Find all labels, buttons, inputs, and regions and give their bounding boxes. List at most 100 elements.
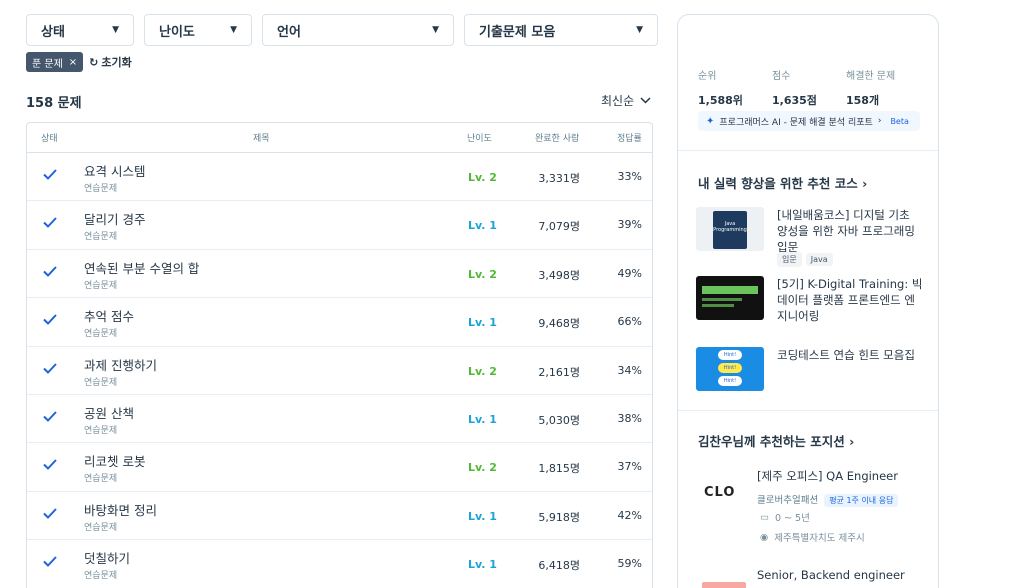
check-icon xyxy=(43,217,57,229)
problem-category: 연습문제 xyxy=(84,425,118,436)
header-status: 상태 xyxy=(41,134,58,144)
thumb-text: Hint! xyxy=(723,352,737,358)
thumbnail-graphic xyxy=(702,298,742,301)
problem-category: 연습문제 xyxy=(84,280,118,291)
table-row[interactable]: 리코쳇 로봇 연습문제 Lv. 2 1,815명 37% xyxy=(27,443,652,492)
stat-value: 1,635점 xyxy=(772,94,817,107)
past-exams-filter[interactable]: 기출문제 모음 ▼ xyxy=(464,14,658,46)
reset-button[interactable]: ↻ 초기화 xyxy=(89,54,132,70)
stat-solved: 해결한 문제 158개 xyxy=(846,67,946,108)
company-name: 클로버추얼패션 xyxy=(757,495,819,506)
problem-level: Lv. 1 xyxy=(468,316,497,330)
completed-count: 5,030명 xyxy=(538,413,580,427)
correct-rate: 38% xyxy=(617,411,642,425)
thumb-text: Hint! xyxy=(723,378,737,384)
problem-title[interactable]: 과제 진행하기 xyxy=(84,355,157,374)
position-title: [제주 오피스] QA Engineer xyxy=(757,469,898,483)
response-badge: 평균 1주 이내 응답 xyxy=(824,494,899,507)
sort-dropdown[interactable]: 최신순 xyxy=(601,92,651,109)
tag: Java xyxy=(805,253,833,266)
completed-count: 3,331명 xyxy=(538,172,580,185)
hint-bubble: Hint! xyxy=(718,376,742,386)
problem-title[interactable]: 요격 시스템 xyxy=(84,161,145,180)
completed-count: 6,418명 xyxy=(538,559,580,573)
table-row[interactable]: 달리기 경주 연습문제 Lv. 1 7,079명 39% xyxy=(27,201,652,250)
problem-level: Lv. 1 xyxy=(468,219,497,233)
caret-down-icon: ▼ xyxy=(230,25,237,35)
problem-title[interactable]: 공원 산책 xyxy=(84,403,134,422)
monitor-icon: ▭ xyxy=(760,511,769,523)
problem-level: Lv. 1 xyxy=(468,509,497,523)
problem-count: 158 문제 xyxy=(26,96,82,111)
problem-title[interactable]: 바탕화면 정리 xyxy=(84,500,157,519)
table-row[interactable]: 요격 시스템 연습문제 Lv. 2 3,331명 33% xyxy=(27,153,652,202)
position-card[interactable]: Senior, Backend engineer xyxy=(698,568,928,588)
check-icon xyxy=(43,556,57,568)
hint-bubble: Hint! xyxy=(718,363,742,373)
stat-label: 해결한 문제 xyxy=(846,71,896,82)
problem-title[interactable]: 달리기 경주 xyxy=(84,209,145,228)
problem-category: 연습문제 xyxy=(84,522,118,533)
section-title-text: 김찬우님께 추천하는 포지션 xyxy=(698,434,845,449)
table-row[interactable]: 연속된 부분 수열의 합 연습문제 Lv. 2 3,498명 49% xyxy=(27,250,652,299)
problem-category: 연습문제 xyxy=(84,474,118,485)
problem-category: 연습문제 xyxy=(84,232,118,243)
stat-value: 158개 xyxy=(846,94,880,107)
check-icon xyxy=(43,362,57,374)
tag: 입문 xyxy=(777,252,802,267)
course-title: [5기] K-Digital Training: 빅데이터 플랫폼 프론트엔드 … xyxy=(777,277,923,323)
close-icon[interactable]: × xyxy=(69,57,77,68)
java-book-icon: Java Programming xyxy=(713,211,747,249)
company-logo xyxy=(702,582,746,588)
refresh-icon: ↻ xyxy=(89,55,99,69)
location-row: ◉ 제주특별자치도 제주시 xyxy=(760,530,865,545)
check-icon xyxy=(43,266,57,277)
position-company-row: 클로버추얼패션 평균 1주 이내 응답 xyxy=(757,488,899,507)
problem-title[interactable]: 연속된 부분 수열의 합 xyxy=(84,258,199,277)
header-title: 제목 xyxy=(253,134,270,144)
completed-count: 5,918명 xyxy=(538,510,580,524)
problem-title[interactable]: 리코쳇 로봇 xyxy=(84,451,145,470)
problem-title[interactable]: 추억 점수 xyxy=(84,306,134,325)
problem-level: Lv. 2 xyxy=(468,364,497,378)
difficulty-filter[interactable]: 난이도 ▼ xyxy=(144,14,252,46)
sidebar: 순위 1,588위 점수 1,635점 해결한 문제 158개 ✦ 프로그래머스 AI… xyxy=(677,14,939,588)
stat-score: 점수 1,635점 xyxy=(772,67,846,108)
solved-filter-chip[interactable]: 푼 문제 × xyxy=(26,52,84,72)
ai-report-link[interactable]: ✦ 프로그래머스 AI - 문제 해결 분석 리포트 › Beta xyxy=(698,111,920,131)
table-row[interactable]: 덧칠하기 연습문제 Lv. 1 6,418명 59% xyxy=(27,540,652,588)
check-icon xyxy=(43,411,57,422)
chevron-right-icon: › xyxy=(849,434,855,449)
courses-section-title[interactable]: 내 실력 향상을 위한 추천 코스 › xyxy=(698,173,867,192)
caret-down-icon: ▼ xyxy=(112,25,119,35)
hint-bubble: Hint! xyxy=(718,350,742,360)
active-filters: 푼 문제 × ↻ 초기화 xyxy=(26,52,132,72)
filter-bar: 상태 ▼ 난이도 ▼ 언어 ▼ 기출문제 모음 ▼ xyxy=(26,14,658,46)
position-title: Senior, Backend engineer xyxy=(757,568,905,582)
completed-count: 9,468명 xyxy=(538,317,580,331)
language-filter[interactable]: 언어 ▼ xyxy=(262,14,454,46)
table-row[interactable]: 과제 진행하기 연습문제 Lv. 2 2,161명 34% xyxy=(27,347,652,395)
table-row[interactable]: 추억 점수연습문제 Lv. 1 9,468명 66% xyxy=(27,298,652,347)
stat-label: 점수 xyxy=(772,71,791,82)
status-filter[interactable]: 상태 ▼ xyxy=(26,14,134,46)
problem-table: 상태 제목 난이도 완료한 사람 정답률 요격 시스템 연습문제 Lv. 2 3,33… xyxy=(26,122,653,588)
table-row[interactable]: 바탕화면 정리연습문제 Lv. 1 5,918명 42% xyxy=(27,492,652,541)
correct-rate: 33% xyxy=(617,170,642,183)
table-row[interactable]: 공원 산책 연습문제 Lv. 1 5,030명 38% xyxy=(27,395,652,444)
past-exams-filter-label: 기출문제 모음 xyxy=(479,24,556,40)
correct-rate: 66% xyxy=(617,315,642,329)
course-tags: 입문 Java xyxy=(777,247,837,267)
chevron-right-icon: › xyxy=(877,116,882,126)
correct-rate: 42% xyxy=(617,508,642,522)
completed-count: 3,498명 xyxy=(538,268,580,282)
problem-category: 연습문제 xyxy=(84,329,118,340)
positions-section-title[interactable]: 김찬우님께 추천하는 포지션 › xyxy=(698,431,854,450)
problem-title[interactable]: 덧칠하기 xyxy=(84,548,130,567)
divider xyxy=(678,410,938,411)
experience-row: ▭ 0 ~ 5년 xyxy=(760,510,810,525)
correct-rate: 34% xyxy=(617,363,642,377)
caret-down-icon: ▼ xyxy=(432,25,439,35)
position-card[interactable]: CLO [제주 오피스] QA Engineer 클로버추얼패션 평균 1주 이내… xyxy=(698,468,928,548)
divider xyxy=(678,150,938,151)
